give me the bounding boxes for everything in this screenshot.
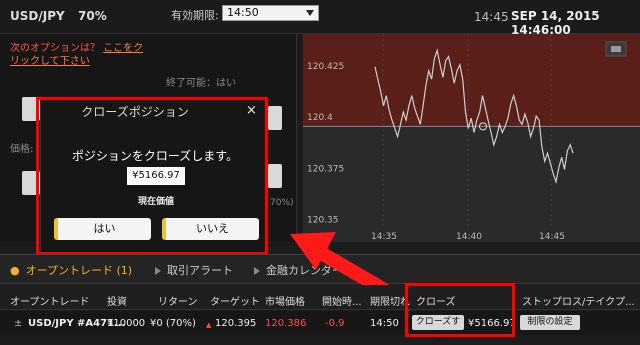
chevron-down-icon xyxy=(306,10,314,16)
price-label: 価格: xyxy=(10,144,34,155)
payout-percent: 70% xyxy=(78,9,107,23)
col-stoploss: ストップロス/テイクプ... xyxy=(522,297,635,308)
price-chart[interactable]: 120.425 120.4 120.375 120.35 14:35 14:40 14:4… xyxy=(303,34,640,242)
payout-partial: 70%) xyxy=(270,198,294,208)
datetime: SEP 14, 2015 14:46:00 xyxy=(511,9,600,37)
above-target-zone xyxy=(303,34,640,127)
row-target: 120.395 xyxy=(215,318,257,329)
next-option-text: 次のオプションは？ xyxy=(10,43,100,54)
arrow-up-icon: ▲ xyxy=(206,321,212,329)
asset-pair: USD/JPY xyxy=(10,9,65,23)
modal-highlight-box xyxy=(36,97,268,255)
row-return: ¥0 (70%) xyxy=(150,318,196,329)
row-expiry: 14:50 xyxy=(370,318,399,329)
expiry-value: 14:50 xyxy=(227,6,259,19)
y-tick-label: 120.375 xyxy=(307,164,344,174)
chart-svg: 120.425120.4120.375120.35 14:35 14:40 14:4… xyxy=(303,34,640,242)
x-tick-label: 14:45 xyxy=(539,232,565,242)
end-available-text: 終了可能：はい xyxy=(166,78,236,89)
col-open-trades: オープントレード xyxy=(10,297,90,308)
expiry-select[interactable]: 14:50 xyxy=(222,5,319,21)
tab-trade-alerts[interactable]: 取引アラート xyxy=(155,262,233,278)
chevron-right-icon xyxy=(155,267,161,275)
col-expiry: 期限切れ xyxy=(370,297,410,308)
col-target: ターゲット xyxy=(210,297,260,308)
col-market-price: 市場価格 xyxy=(265,297,305,308)
next-option-prompt: 次のオプションは？ ここをクリックして下さい xyxy=(10,42,150,68)
current-time: 14:45 xyxy=(474,10,509,24)
side-button-lower[interactable] xyxy=(268,164,282,188)
row-market-price: 120.386 xyxy=(265,318,307,329)
tab-open-trades[interactable]: ● オープントレード (1) xyxy=(10,262,132,278)
expiry-label: 有効期限: xyxy=(171,9,219,22)
set-limit-button[interactable]: 制限の設定 xyxy=(520,315,580,330)
col-return: リターン xyxy=(158,297,198,308)
row-investment: ¥10000 xyxy=(107,318,146,329)
chevron-right-icon xyxy=(254,267,260,275)
bullet-icon: ● xyxy=(10,264,20,277)
expand-icon[interactable]: ± xyxy=(14,318,22,329)
col-investment: 投資 xyxy=(107,297,127,308)
close-highlight-box xyxy=(405,283,515,337)
col-start-time: 開始時... xyxy=(322,297,362,308)
row-change: -0.9 xyxy=(325,318,345,329)
y-tick-label: 120.425 xyxy=(307,62,344,72)
tab-trade-alerts-label: 取引アラート xyxy=(167,264,233,277)
tab-open-trades-label: オープントレード (1) xyxy=(25,264,133,277)
chart-options-glyph xyxy=(611,46,621,52)
x-tick-label: 14:40 xyxy=(456,232,482,242)
side-button-upper[interactable] xyxy=(268,106,282,130)
y-tick-label: 120.4 xyxy=(307,113,333,123)
